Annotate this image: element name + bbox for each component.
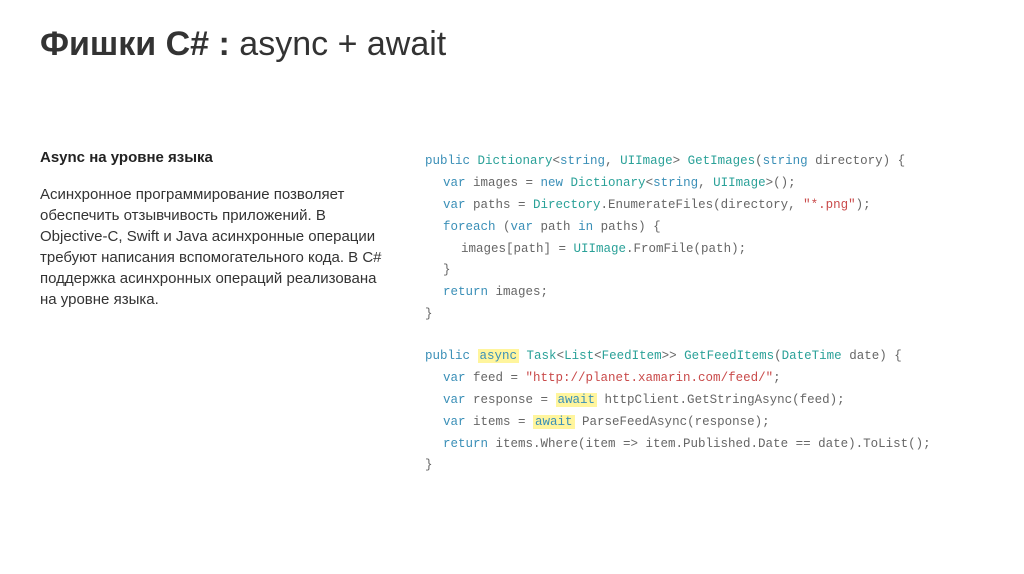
code-line: var images = new Dictionary<string, UIIm… <box>425 173 984 195</box>
left-body: Асинхронное программирование позволяет о… <box>40 184 395 310</box>
code-line: } <box>425 455 984 477</box>
code-line: public async Task<List<FeedItem>> GetFee… <box>425 346 984 368</box>
title-bold: Фишки C# : <box>40 25 230 63</box>
left-column: Async на уровне языка Асинхронное програ… <box>40 149 395 477</box>
code-line: } <box>425 304 984 326</box>
code-line: var paths = Directory.EnumerateFiles(dir… <box>425 195 984 217</box>
code-line: foreach (var path in paths) { <box>425 217 984 239</box>
code-line: var items = await ParseFeedAsync(respons… <box>425 412 984 434</box>
code-line: images[path] = UIImage.FromFile(path); <box>425 239 984 261</box>
content-area: Async на уровне языка Асинхронное програ… <box>40 149 984 477</box>
slide-title: Фишки C# : async + await <box>40 25 984 64</box>
code-line: return images; <box>425 282 984 304</box>
code-line: var feed = "http://planet.xamarin.com/fe… <box>425 368 984 390</box>
blank-line <box>425 326 984 346</box>
code-line: } <box>425 260 984 282</box>
code-line: public Dictionary<string, UIImage> GetIm… <box>425 151 984 173</box>
left-subtitle: Async на уровне языка <box>40 149 395 166</box>
title-rest: async + await <box>230 25 446 63</box>
code-block: public Dictionary<string, UIImage> GetIm… <box>425 149 984 477</box>
code-line: var response = await httpClient.GetStrin… <box>425 390 984 412</box>
code-line: return items.Where(item => item.Publishe… <box>425 434 984 456</box>
